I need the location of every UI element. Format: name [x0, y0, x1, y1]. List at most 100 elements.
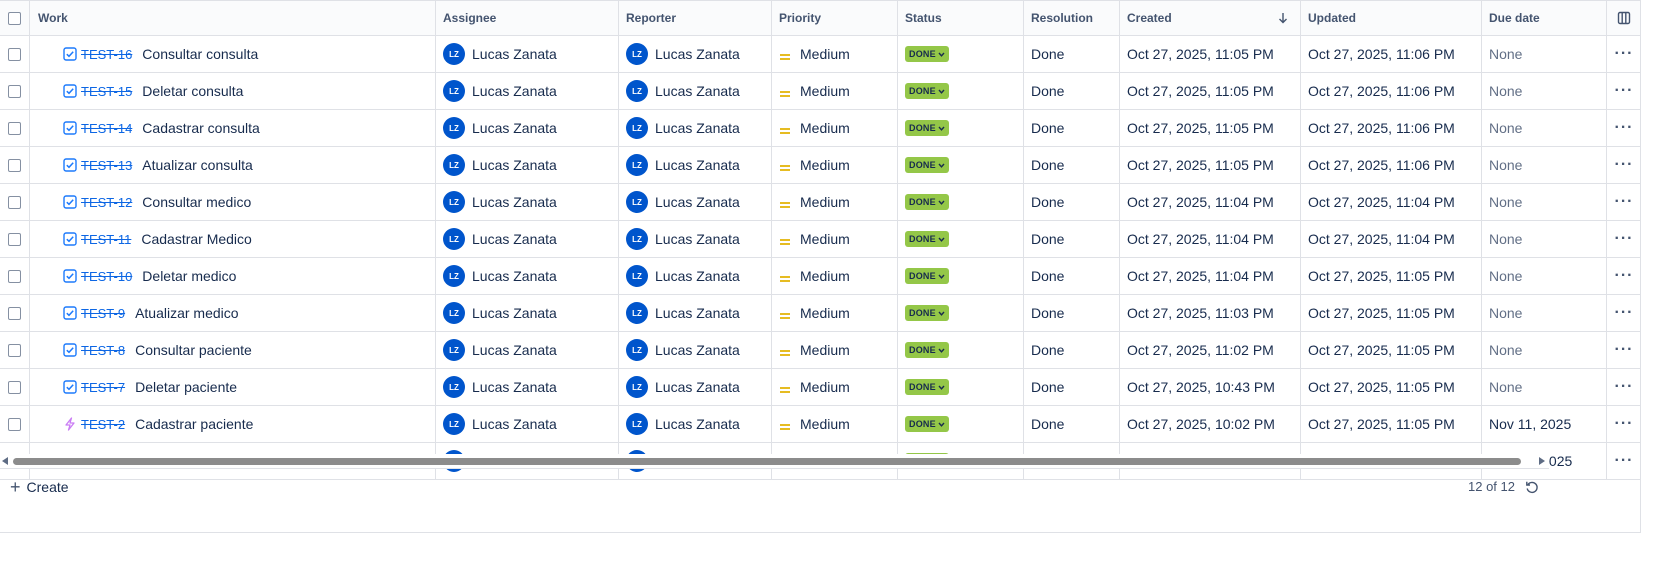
- priority-cell[interactable]: Medium: [772, 221, 898, 257]
- work-item-key[interactable]: TEST-16: [81, 47, 132, 62]
- assignee-cell[interactable]: LZ Lucas Zanata: [436, 369, 619, 405]
- work-item-key[interactable]: TEST-9: [81, 306, 125, 321]
- select-all-checkbox[interactable]: [8, 11, 21, 25]
- row-checkbox[interactable]: [8, 380, 21, 394]
- column-header-priority[interactable]: Priority: [772, 1, 898, 35]
- refresh-icon[interactable]: [1525, 480, 1539, 494]
- scroll-right-arrow-icon[interactable]: [1539, 457, 1545, 465]
- due-date-cell[interactable]: None: [1482, 369, 1607, 405]
- more-horizontal-icon[interactable]: ···: [1615, 453, 1634, 469]
- due-date-cell[interactable]: Nov 11, 2025: [1482, 406, 1607, 442]
- more-horizontal-icon[interactable]: ···: [1615, 342, 1634, 358]
- assignee-cell[interactable]: LZ Lucas Zanata: [436, 36, 619, 72]
- status-badge[interactable]: DONE: [905, 120, 949, 136]
- row-checkbox[interactable]: [8, 121, 21, 135]
- scroll-left-arrow-icon[interactable]: [2, 457, 8, 465]
- due-date-cell[interactable]: None: [1482, 258, 1607, 294]
- column-header-due-date[interactable]: Due date: [1482, 1, 1607, 35]
- work-item-key[interactable]: TEST-12: [81, 195, 132, 210]
- assignee-cell[interactable]: LZ Lucas Zanata: [436, 73, 619, 109]
- work-item-summary[interactable]: Consultar medico: [142, 194, 251, 210]
- assignee-cell[interactable]: LZ Lucas Zanata: [436, 184, 619, 220]
- column-header-status[interactable]: Status: [898, 1, 1024, 35]
- due-date-cell[interactable]: None: [1482, 295, 1607, 331]
- priority-cell[interactable]: Medium: [772, 110, 898, 146]
- priority-cell[interactable]: Medium: [772, 36, 898, 72]
- status-badge[interactable]: DONE: [905, 379, 949, 395]
- reporter-cell[interactable]: LZ Lucas Zanata: [619, 184, 772, 220]
- row-checkbox[interactable]: [8, 47, 21, 61]
- assignee-cell[interactable]: LZ Lucas Zanata: [436, 147, 619, 183]
- priority-cell[interactable]: Medium: [772, 184, 898, 220]
- row-checkbox[interactable]: [8, 306, 21, 320]
- reporter-cell[interactable]: LZ Lucas Zanata: [619, 332, 772, 368]
- table-row[interactable]: TEST-8 Consultar paciente LZ Lucas Zanat…: [0, 332, 1641, 369]
- assignee-cell[interactable]: LZ Lucas Zanata: [436, 295, 619, 331]
- reporter-cell[interactable]: LZ Lucas Zanata: [619, 36, 772, 72]
- table-row[interactable]: TEST-12 Consultar medico LZ Lucas Zanata…: [0, 184, 1641, 221]
- column-header-assignee[interactable]: Assignee: [436, 1, 619, 35]
- row-checkbox[interactable]: [8, 417, 21, 431]
- work-item-key[interactable]: TEST-8: [81, 343, 125, 358]
- due-date-cell[interactable]: None: [1482, 147, 1607, 183]
- more-horizontal-icon[interactable]: ···: [1615, 379, 1634, 395]
- due-date-cell[interactable]: None: [1482, 36, 1607, 72]
- column-header-created[interactable]: Created: [1120, 1, 1301, 35]
- table-row[interactable]: TEST-10 Deletar medico LZ Lucas Zanata L…: [0, 258, 1641, 295]
- work-item-summary[interactable]: Atualizar consulta: [142, 157, 253, 173]
- table-row[interactable]: TEST-7 Deletar paciente LZ Lucas Zanata …: [0, 369, 1641, 406]
- more-horizontal-icon[interactable]: ···: [1615, 120, 1634, 136]
- assignee-cell[interactable]: LZ Lucas Zanata: [436, 221, 619, 257]
- status-badge[interactable]: DONE: [905, 305, 949, 321]
- more-horizontal-icon[interactable]: ···: [1615, 83, 1634, 99]
- work-item-summary[interactable]: Cadastrar consulta: [142, 120, 260, 136]
- row-checkbox[interactable]: [8, 269, 21, 283]
- table-row[interactable]: TEST-2 Cadastrar paciente LZ Lucas Zanat…: [0, 406, 1641, 443]
- work-item-summary[interactable]: Deletar medico: [142, 268, 236, 284]
- reporter-cell[interactable]: LZ Lucas Zanata: [619, 406, 772, 442]
- more-horizontal-icon[interactable]: ···: [1615, 194, 1634, 210]
- table-row[interactable]: TEST-14 Cadastrar consulta LZ Lucas Zana…: [0, 110, 1641, 147]
- column-header-resolution[interactable]: Resolution: [1024, 1, 1120, 35]
- more-horizontal-icon[interactable]: ···: [1615, 268, 1634, 284]
- table-row[interactable]: TEST-15 Deletar consulta LZ Lucas Zanata…: [0, 73, 1641, 110]
- work-item-key[interactable]: TEST-13: [81, 158, 132, 173]
- work-item-summary[interactable]: Consultar paciente: [135, 342, 252, 358]
- table-row[interactable]: TEST-9 Atualizar medico LZ Lucas Zanata …: [0, 295, 1641, 332]
- work-item-summary[interactable]: Atualizar medico: [135, 305, 239, 321]
- more-horizontal-icon[interactable]: ···: [1615, 305, 1634, 321]
- work-item-key[interactable]: TEST-15: [81, 84, 132, 99]
- work-item-key[interactable]: TEST-7: [81, 380, 125, 395]
- status-badge[interactable]: DONE: [905, 268, 949, 284]
- column-header-reporter[interactable]: Reporter: [619, 1, 772, 35]
- column-header-work[interactable]: Work: [30, 1, 436, 35]
- status-badge[interactable]: DONE: [905, 157, 949, 173]
- status-badge[interactable]: DONE: [905, 342, 949, 358]
- columns-icon[interactable]: [1617, 11, 1631, 25]
- work-item-summary[interactable]: Cadastrar Medico: [141, 231, 252, 247]
- due-date-cell[interactable]: None: [1482, 184, 1607, 220]
- work-item-summary[interactable]: Consultar consulta: [142, 46, 258, 62]
- work-item-key[interactable]: TEST-2: [81, 417, 125, 432]
- row-checkbox[interactable]: [8, 343, 21, 357]
- status-badge[interactable]: DONE: [905, 83, 949, 99]
- work-item-summary[interactable]: Deletar consulta: [142, 83, 243, 99]
- reporter-cell[interactable]: LZ Lucas Zanata: [619, 258, 772, 294]
- more-horizontal-icon[interactable]: ···: [1615, 231, 1634, 247]
- work-item-key[interactable]: TEST-14: [81, 121, 132, 136]
- table-row[interactable]: TEST-16 Consultar consulta LZ Lucas Zana…: [0, 36, 1641, 73]
- priority-cell[interactable]: Medium: [772, 258, 898, 294]
- status-badge[interactable]: DONE: [905, 194, 949, 210]
- work-item-key[interactable]: TEST-11: [81, 232, 131, 247]
- assignee-cell[interactable]: LZ Lucas Zanata: [436, 258, 619, 294]
- scrollbar-thumb[interactable]: [13, 458, 1521, 465]
- status-badge[interactable]: DONE: [905, 416, 949, 432]
- priority-cell[interactable]: Medium: [772, 369, 898, 405]
- row-checkbox[interactable]: [8, 84, 21, 98]
- assignee-cell[interactable]: LZ Lucas Zanata: [436, 406, 619, 442]
- status-badge[interactable]: DONE: [905, 231, 949, 247]
- priority-cell[interactable]: Medium: [772, 73, 898, 109]
- assignee-cell[interactable]: LZ Lucas Zanata: [436, 110, 619, 146]
- priority-cell[interactable]: Medium: [772, 406, 898, 442]
- table-row[interactable]: TEST-11 Cadastrar Medico LZ Lucas Zanata…: [0, 221, 1641, 258]
